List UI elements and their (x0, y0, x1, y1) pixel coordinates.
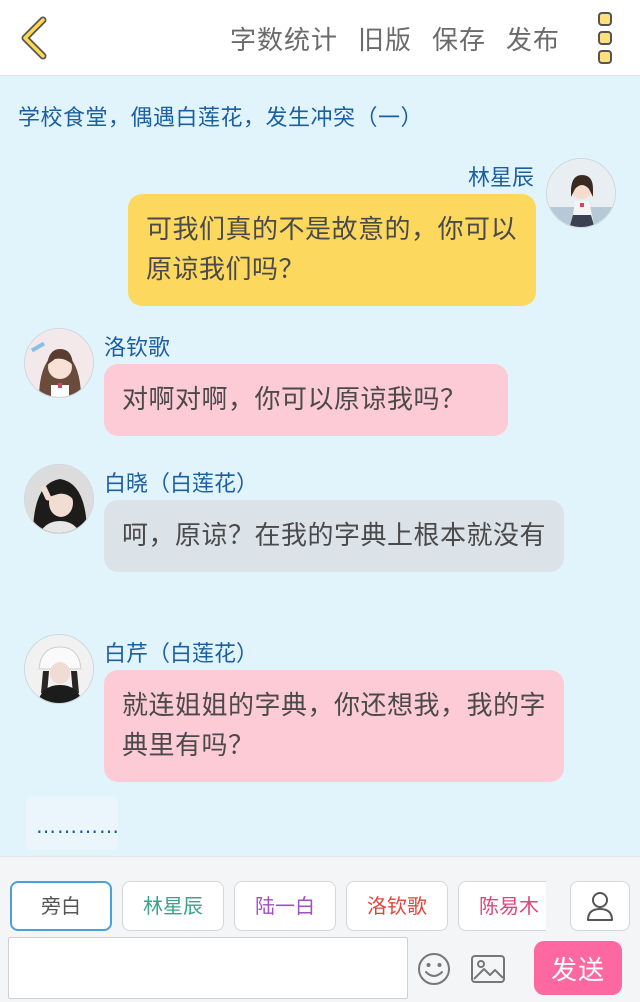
header-actions: 字数统计 旧版 保存 发布 (230, 0, 560, 76)
send-button[interactable]: 发送 (534, 941, 622, 995)
message-bubble: 对啊对啊，你可以原谅我吗？ (104, 364, 508, 436)
word-count-button[interactable]: 字数统计 (230, 20, 338, 57)
old-version-button[interactable]: 旧版 (358, 20, 412, 57)
role-button-luo-qinge[interactable]: 洛钦歌 (346, 881, 448, 931)
avatar-bai-qin[interactable] (24, 634, 94, 704)
top-bar: 字数统计 旧版 保存 发布 (0, 0, 640, 76)
role-button-lin-xingchen[interactable]: 林星辰 (122, 881, 224, 931)
more-dots-icon (598, 12, 612, 26)
typing-indicator: ………… (26, 796, 119, 850)
composer-panel: 旁白 林星辰 陆一白 洛钦歌 陈易木 发送 (0, 856, 640, 1002)
message-bubble: 可我们真的不是故意的，你可以原谅我们吗？ (128, 194, 536, 306)
sender-name: 白晓（白莲花） (104, 472, 259, 497)
message-input[interactable] (8, 937, 408, 999)
chevron-left-icon (21, 16, 47, 60)
publish-button[interactable]: 发布 (506, 20, 560, 57)
image-icon (471, 955, 505, 983)
sender-name: 林星辰 (468, 166, 535, 191)
chat-area[interactable]: 学校食堂，偶遇白莲花，发生冲突（一） 林星辰 可我们真的不是故意的，你可以原谅我… (0, 76, 640, 856)
sender-name: 白芹（白莲花） (104, 642, 259, 667)
more-dot (598, 50, 612, 64)
sender-name: 洛钦歌 (104, 336, 171, 361)
avatar-image (25, 635, 93, 703)
emoji-icon (418, 953, 450, 985)
avatar-luo-qinge[interactable] (24, 328, 94, 398)
more-dot (598, 31, 612, 45)
manage-roles-button[interactable] (570, 881, 630, 931)
emoji-button[interactable] (414, 949, 454, 989)
avatar-image (25, 465, 93, 533)
role-button-narrator[interactable]: 旁白 (10, 881, 112, 931)
person-icon (587, 892, 613, 921)
role-selector[interactable]: 旁白 林星辰 陆一白 洛钦歌 陈易木 (10, 881, 546, 933)
image-button[interactable] (468, 949, 508, 989)
avatar-image (547, 159, 615, 227)
more-menu-button[interactable] (590, 12, 620, 64)
avatar-bai-xiao[interactable] (24, 464, 94, 534)
role-button-chen-yimu[interactable]: 陈易木 (458, 881, 546, 931)
avatar-image (25, 329, 93, 397)
message-bubble: 呵，原谅？在我的字典上根本就没有 (104, 500, 564, 572)
save-button[interactable]: 保存 (432, 20, 486, 57)
avatar-lin-xingchen[interactable] (546, 158, 616, 228)
back-button[interactable] (10, 10, 58, 66)
chapter-title: 学校食堂，偶遇白莲花，发生冲突（一） (18, 106, 424, 131)
role-button-lu-yibai[interactable]: 陆一白 (234, 881, 336, 931)
message-bubble: 就连姐姐的字典，你还想我，我的字典里有吗？ (104, 670, 564, 782)
